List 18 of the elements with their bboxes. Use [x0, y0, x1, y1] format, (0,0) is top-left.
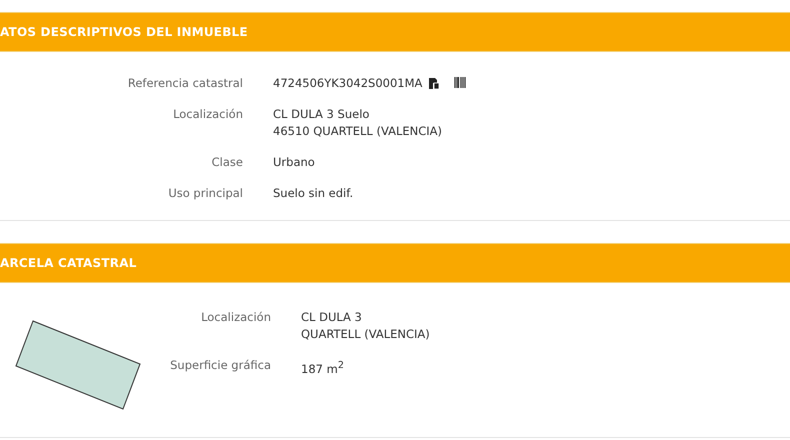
section-title: ARCELA CATASTRAL	[0, 256, 137, 270]
field-label: Clase	[210, 154, 243, 171]
field-value: CL DULA 3	[301, 309, 363, 326]
field-label: Referencia catastral	[126, 75, 243, 92]
field-value: Urbano	[273, 154, 315, 171]
section-title: ATOS DESCRIPTIVOS DEL INMUEBLE	[0, 25, 248, 39]
field-value: QUARTELL (VALENCIA)	[301, 326, 430, 343]
field-value: Suelo sin edif.	[273, 185, 354, 202]
field-label: Uso principal	[167, 185, 243, 202]
field-label: Localización	[172, 106, 243, 123]
barcode-icon[interactable]	[454, 77, 466, 90]
copy-icon[interactable]	[428, 77, 440, 90]
field-value: 187 m$^{2}$	[301, 359, 344, 378]
field-label: Superficie gráfica	[169, 357, 271, 374]
field-value: 46510 QUARTELL (VALENCIA)	[273, 123, 442, 140]
field-value: CL DULA 3 Suelo	[273, 106, 370, 123]
field-label: Localización	[200, 309, 271, 326]
field-value: 4724506YK3042S0001MA	[273, 75, 422, 92]
